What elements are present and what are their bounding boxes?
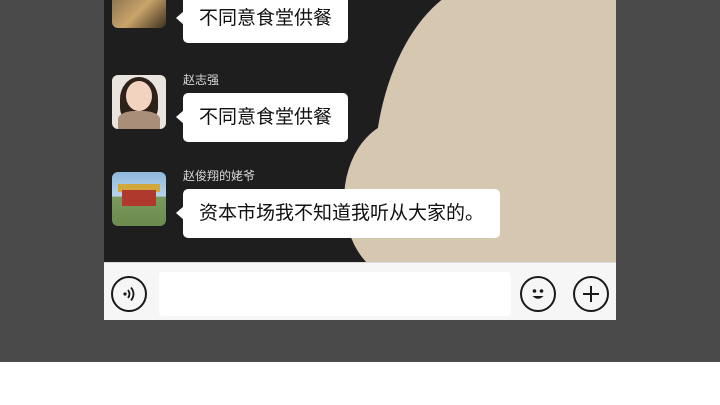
voice-icon[interactable] [111, 276, 147, 312]
message-input[interactable] [159, 272, 511, 316]
woman-portrait-avatar[interactable] [112, 75, 166, 129]
emoji-icon[interactable] [520, 276, 556, 312]
bottom-band [0, 362, 720, 405]
message-bubble[interactable]: 资本市场我不知道我听从大家的。 [175, 189, 501, 238]
tiananmen-photo-avatar[interactable] [112, 172, 166, 226]
food-photo-avatar[interactable] [112, 0, 166, 28]
chat-screen: 不同意食堂供餐 赵志强 不同意食堂供餐 赵俊翔的姥爷 资本市场我不知道我听从大家… [104, 0, 616, 320]
message-bubble[interactable]: 不同意食堂供餐 [175, 0, 349, 43]
sender-name: 赵志强 [183, 73, 220, 87]
chat-input-bar [104, 262, 616, 320]
sender-name: 赵俊翔的姥爷 [183, 169, 256, 183]
plus-icon[interactable] [573, 276, 609, 312]
message-bubble[interactable]: 不同意食堂供餐 [175, 93, 349, 142]
